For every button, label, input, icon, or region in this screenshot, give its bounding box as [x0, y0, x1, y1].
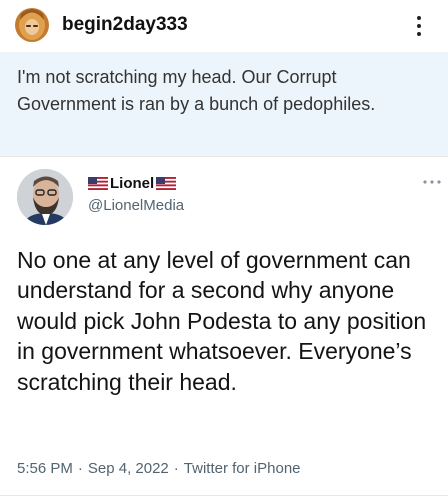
more-vertical-icon[interactable]: [412, 14, 426, 38]
tweet-date[interactable]: Sep 4, 2022: [88, 460, 169, 477]
embedded-tweet: Lionel @LionelMedia No one at any level …: [0, 156, 448, 501]
post-caption: I'm not scratching my head. Our Corrupt …: [17, 67, 376, 114]
us-flag-icon: [88, 176, 108, 190]
meta-separator: ·: [77, 460, 83, 477]
tweet-author-avatar-image: [17, 169, 73, 225]
user-avatar-image: [15, 8, 49, 42]
tweet-time[interactable]: 5:56 PM: [17, 460, 73, 477]
more-horizontal-icon[interactable]: [422, 179, 442, 185]
user-avatar[interactable]: [15, 8, 49, 42]
tweet-source[interactable]: Twitter for iPhone: [184, 460, 301, 477]
post-caption-block: I'm not scratching my head. Our Corrupt …: [0, 52, 448, 156]
tweet-author-name-row: Lionel: [88, 173, 177, 193]
tweet-author-avatar[interactable]: [17, 169, 73, 225]
divider: [0, 495, 448, 496]
tweet-text: No one at any level of government can un…: [17, 247, 427, 395]
post-header: begin2day333: [0, 0, 448, 52]
us-flag-icon: [156, 176, 177, 190]
tweet-author-name[interactable]: Lionel: [110, 175, 154, 192]
tweet-metadata: 5:56 PM · Sep 4, 2022 · Twitter for iPho…: [17, 460, 301, 477]
tweet-author-handle[interactable]: @LionelMedia: [88, 197, 184, 214]
post-username[interactable]: begin2day333: [62, 14, 188, 36]
meta-separator: ·: [173, 460, 179, 477]
